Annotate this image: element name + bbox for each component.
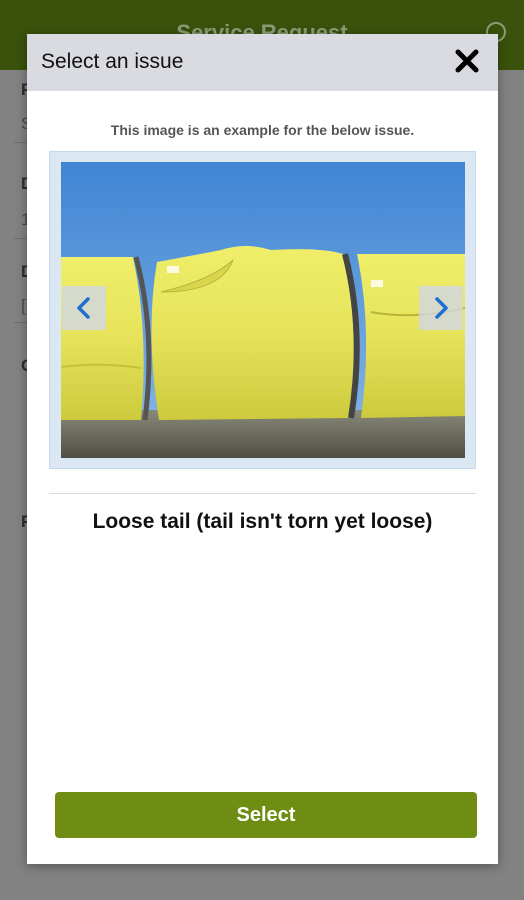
dialog-title: Select an issue [41,50,184,73]
issue-example-image [61,162,465,458]
select-issue-dialog: Select an issue This image is an example… [27,34,498,864]
issue-label: Loose tail (tail isn't torn yet loose) [92,510,433,533]
divider [49,493,476,494]
chevron-right-icon[interactable] [419,286,463,330]
bg-field-value: [ [21,296,26,315]
dialog-header: Select an issue [27,34,498,91]
close-icon[interactable] [452,46,482,76]
image-caption: This image is an example for the below i… [110,122,415,138]
select-button[interactable]: Select [55,792,477,838]
chevron-left-icon[interactable] [62,286,106,330]
image-carousel [49,151,476,469]
